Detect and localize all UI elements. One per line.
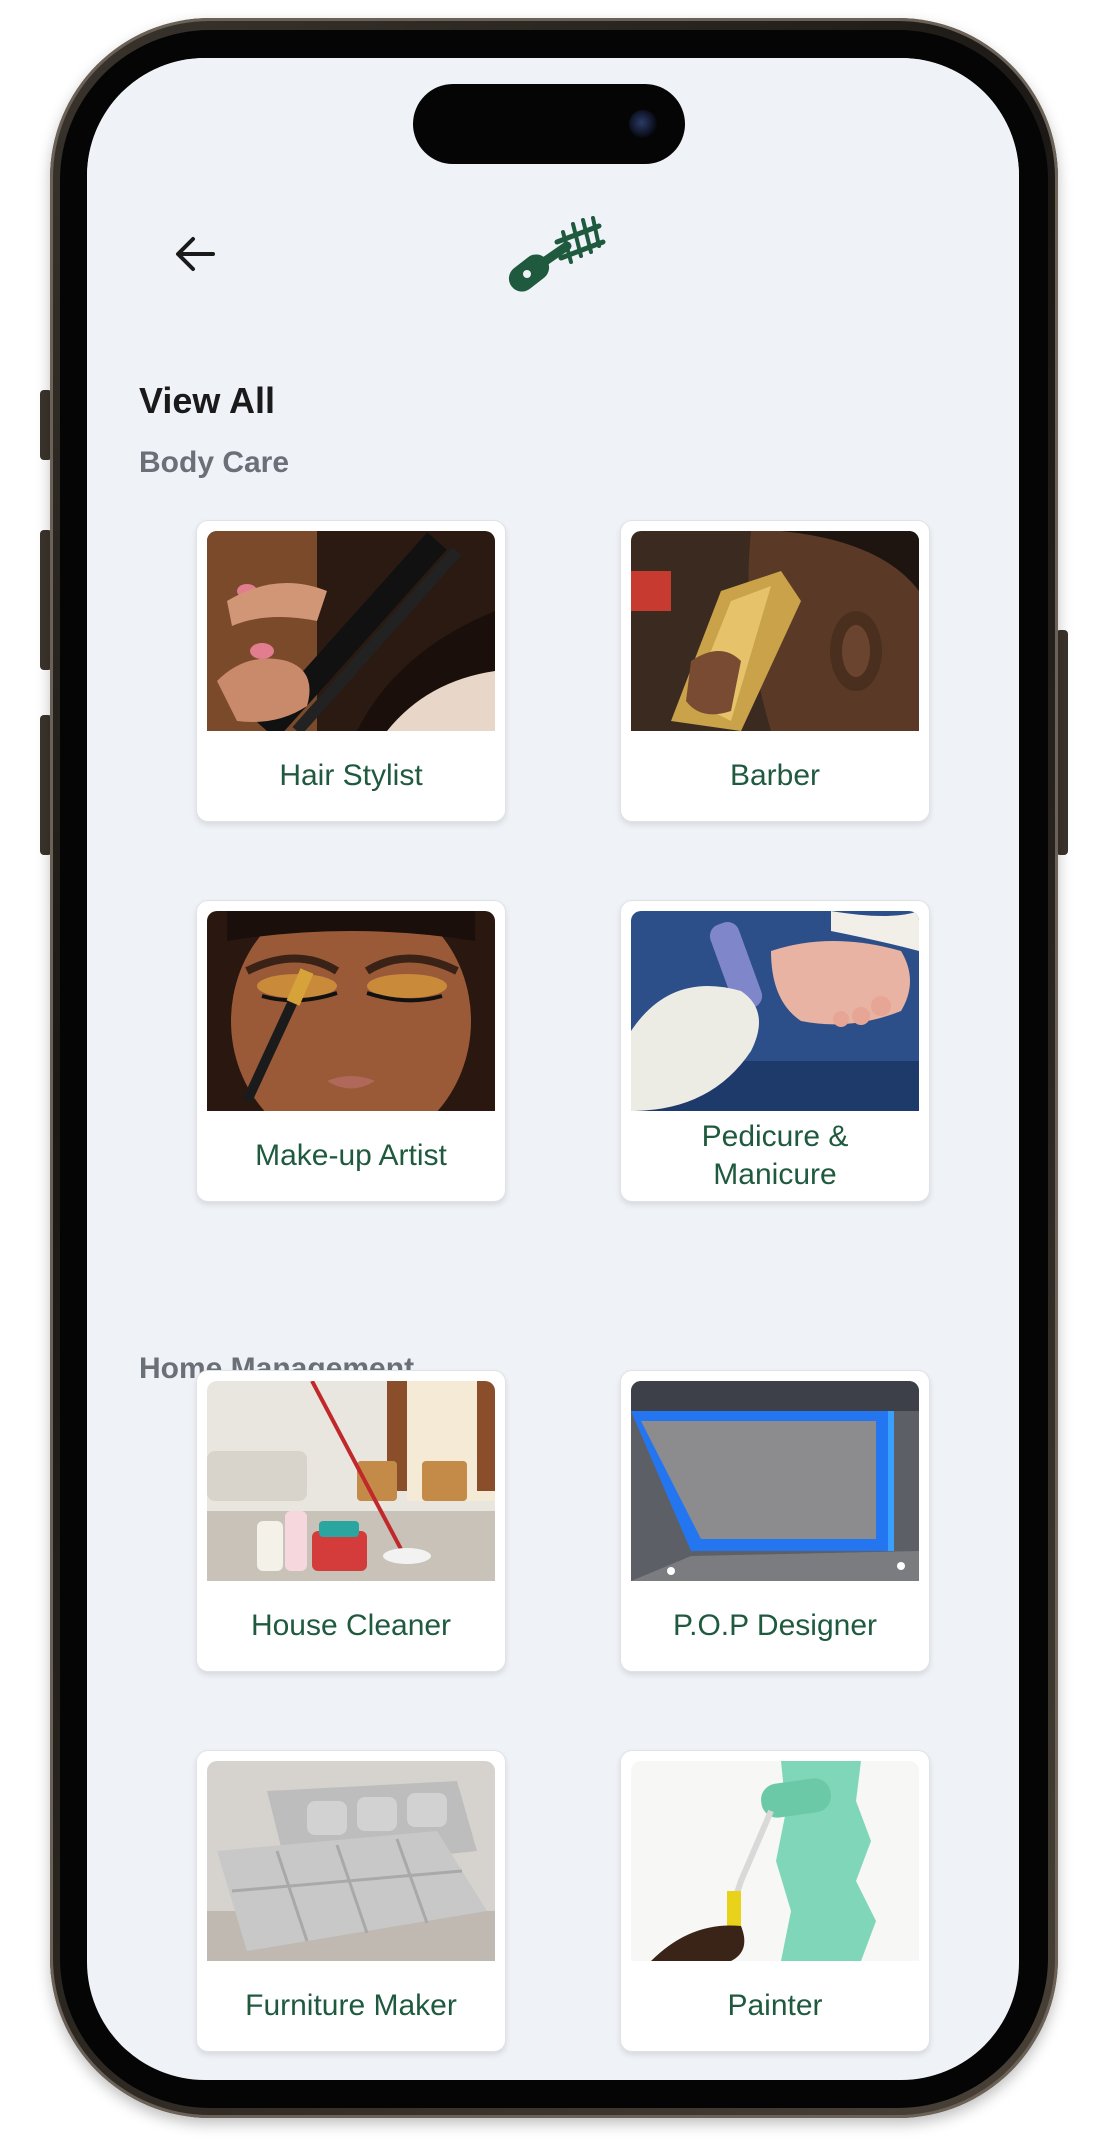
- eyeshadow-brush-photo: [207, 911, 495, 1111]
- service-card-pedicure-manicure[interactable]: Pedicure & Manicure: [620, 900, 930, 1202]
- page-title: View All: [139, 380, 276, 421]
- service-label: Furniture Maker: [245, 1989, 457, 2022]
- service-label: Painter: [727, 1989, 823, 2022]
- front-camera: [629, 110, 657, 138]
- app-logo[interactable]: [505, 212, 609, 302]
- service-card-painter[interactable]: Painter: [620, 1750, 930, 2052]
- service-card-hair-stylist[interactable]: Hair Stylist: [196, 520, 506, 822]
- service-card-pop-designer[interactable]: P.O.P Designer: [620, 1370, 930, 1672]
- service-label: Make-up Artist: [255, 1139, 447, 1172]
- clipper-logo-icon: [508, 216, 606, 292]
- back-button[interactable]: [167, 226, 223, 282]
- service-card-barber[interactable]: Barber: [620, 520, 930, 822]
- service-label: Pedicure & Manicure: [701, 1120, 849, 1191]
- hair-straightener-photo: [207, 531, 495, 731]
- arrow-left-icon: [176, 237, 215, 271]
- app-screen: View All Body Care Hair Stylist Barber M…: [87, 58, 1019, 2080]
- service-label: House Cleaner: [250, 1609, 452, 1642]
- living-room-mop-photo: [207, 1381, 495, 1581]
- dynamic-island: [413, 84, 685, 164]
- led-ceiling-photo: [631, 1381, 919, 1581]
- service-card-house-cleaner[interactable]: House Cleaner: [196, 1370, 506, 1672]
- service-label: Barber: [729, 759, 821, 792]
- service-card-make-up-artist[interactable]: Make-up Artist: [196, 900, 506, 1202]
- service-label: Hair Stylist: [279, 759, 423, 792]
- service-label: P.O.P Designer: [672, 1609, 877, 1642]
- service-card-furniture-maker[interactable]: Furniture Maker: [196, 1750, 506, 2052]
- hair-clipper-photo: [631, 531, 919, 731]
- section-label-body-care: Body Care: [139, 446, 290, 479]
- grey-sofa-photo: [207, 1761, 495, 1961]
- paint-roller-photo: [631, 1761, 919, 1961]
- foot-scrub-photo: [631, 911, 919, 1111]
